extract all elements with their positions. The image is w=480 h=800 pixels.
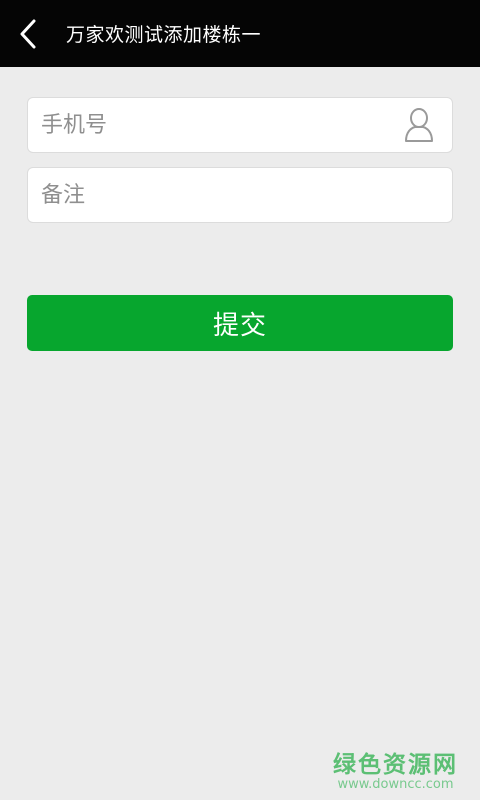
person-icon xyxy=(399,105,439,145)
back-button[interactable] xyxy=(0,0,58,67)
watermark-url: www.downcc.com xyxy=(337,777,454,792)
phone-field[interactable] xyxy=(27,97,453,153)
page-title: 万家欢测试添加楼栋一 xyxy=(66,24,262,46)
note-field[interactable] xyxy=(27,167,453,223)
app-bar: 万家欢测试添加楼栋一 xyxy=(0,0,480,67)
watermark: 绿色资源网 www.downcc.com xyxy=(333,745,458,792)
chevron-left-icon xyxy=(20,19,36,48)
phone-input[interactable] xyxy=(28,98,399,152)
submit-button[interactable]: 提交 xyxy=(27,295,453,351)
note-input[interactable] xyxy=(28,168,452,222)
watermark-name: 绿色资源网 xyxy=(333,752,458,778)
